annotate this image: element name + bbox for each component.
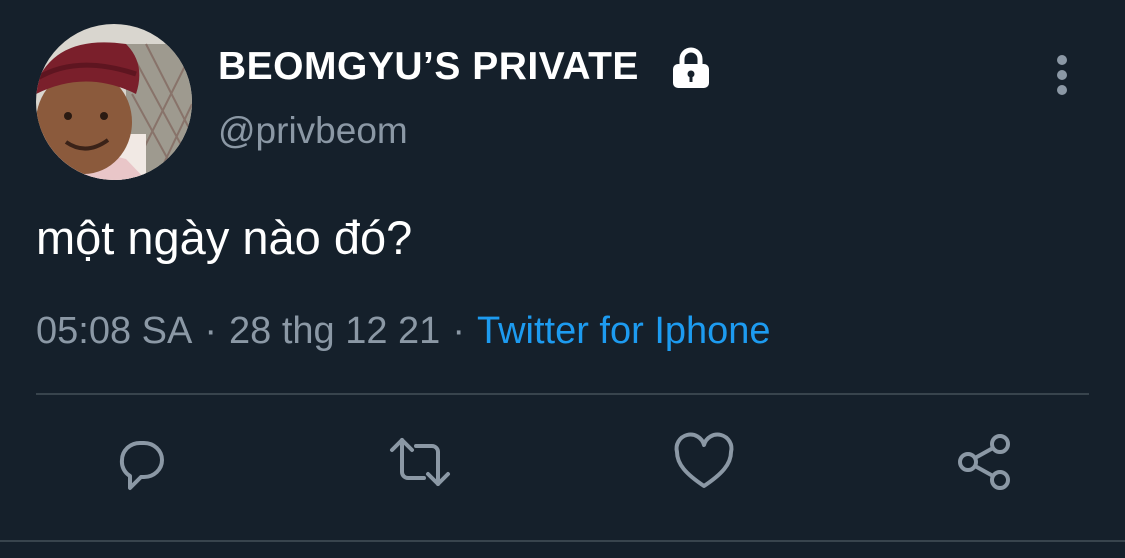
lock-icon [669,45,713,89]
tweet-source-link[interactable]: Twitter for Iphone [477,310,771,353]
display-name[interactable]: BEOMGYU’S PRIVATE [218,45,639,89]
tweet-text: một ngày nào đó? [36,211,413,264]
share-button[interactable] [954,430,1018,494]
more-options-icon[interactable] [1046,52,1078,98]
share-icon [958,434,1010,490]
like-button[interactable] [672,430,736,494]
profile-photo [36,24,192,180]
user-handle[interactable]: @privbeom [218,110,408,152]
tweet-detail: BEOMGYU’S PRIVATE @privbeom một ngày nào… [0,0,1125,558]
divider [36,393,1089,395]
heart-icon [674,432,734,488]
reply-icon [119,441,164,490]
action-bar [0,430,1125,500]
avatar[interactable] [36,24,192,180]
tweet-meta: 05:08 SA · 28 thg 12 21 · Twitter for Ip… [36,310,771,353]
meta-separator: · [204,310,217,352]
reply-button[interactable] [108,430,172,494]
display-name-row: BEOMGYU’S PRIVATE [218,44,713,90]
retweet-icon [390,438,450,486]
tweet-date[interactable]: 28 thg 12 21 [229,310,440,353]
divider [0,540,1125,542]
tweet-time[interactable]: 05:08 SA [36,310,192,353]
meta-separator: · [452,310,465,352]
retweet-button[interactable] [388,430,452,494]
